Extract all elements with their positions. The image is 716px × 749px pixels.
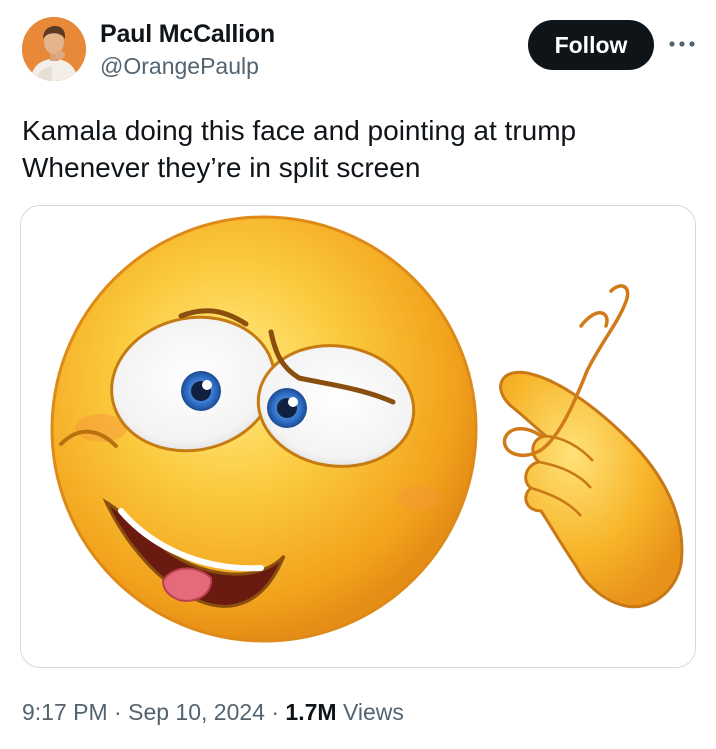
views-label: Views: [342, 699, 404, 725]
tweet-text: Kamala doing this face and pointing at t…: [22, 112, 702, 186]
tweet-media[interactable]: [20, 205, 696, 668]
follow-button[interactable]: Follow: [528, 20, 654, 70]
tweet-text-line: Whenever they’re in split screen: [22, 152, 421, 183]
more-horizontal-icon: [669, 41, 695, 47]
tweet-meta: 9:17 PM · Sep 10, 2024 · 1.7M Views: [22, 699, 404, 726]
more-button[interactable]: [666, 30, 698, 58]
profile-photo-icon: [22, 17, 86, 81]
tweet-card: Paul McCallion @OrangePaulp Follow Kamal…: [0, 0, 716, 749]
crazy-emoji-pointing-at-head-icon: [21, 206, 695, 667]
author-handle[interactable]: @OrangePaulp: [100, 53, 259, 80]
author-name[interactable]: Paul McCallion: [100, 20, 275, 49]
meta-separator: ·: [114, 699, 122, 725]
meta-separator: ·: [271, 699, 280, 725]
tweet-date[interactable]: Sep 10, 2024: [128, 699, 265, 725]
views-count: 1.7M: [285, 699, 337, 725]
avatar[interactable]: [22, 17, 86, 81]
tweet-time[interactable]: 9:17 PM: [22, 699, 108, 725]
tweet-text-line: Kamala doing this face and pointing at t…: [22, 115, 577, 146]
